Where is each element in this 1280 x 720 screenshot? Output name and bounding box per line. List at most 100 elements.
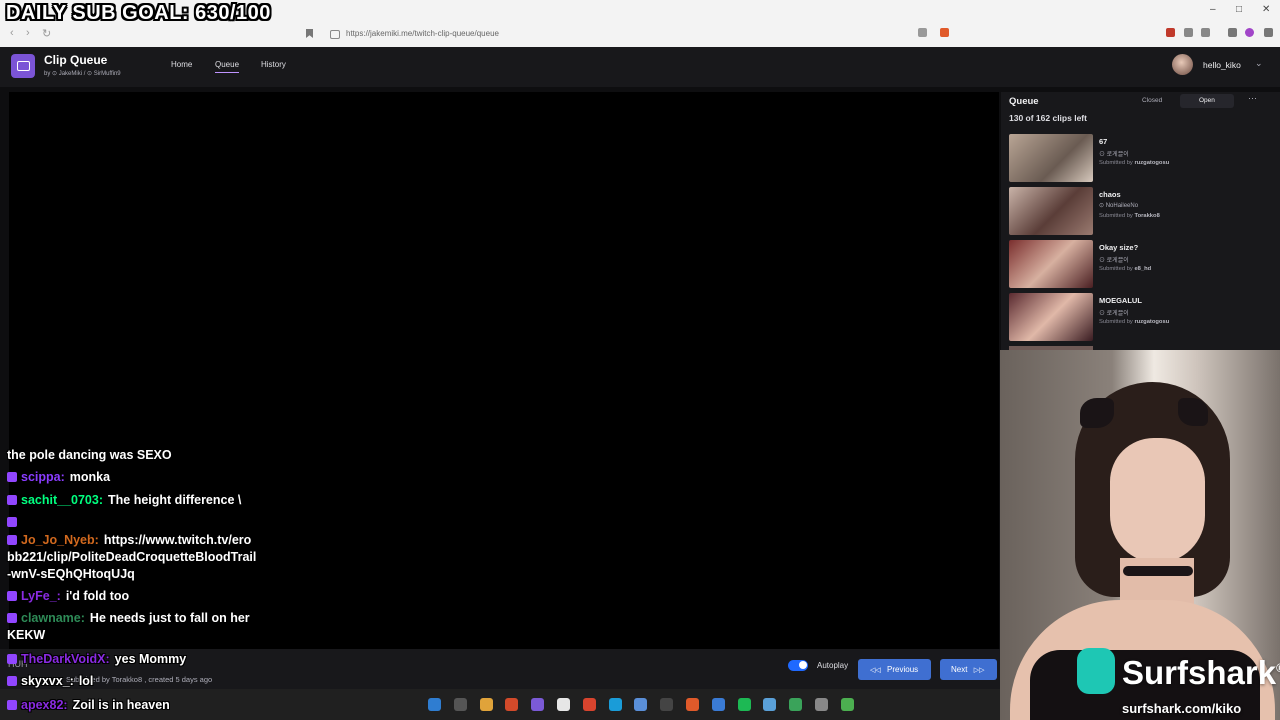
brave-icon[interactable] xyxy=(686,698,699,711)
chat-text: The height difference \ xyxy=(108,493,242,507)
app-icon[interactable] xyxy=(505,698,519,711)
chat-username: apex82: xyxy=(21,698,68,712)
sponsor-url: surfshark.com/kiko xyxy=(1122,701,1242,716)
clip-thumbnail[interactable] xyxy=(1009,187,1093,235)
clip-thumbnail[interactable] xyxy=(1009,240,1093,288)
hair-bow xyxy=(1178,398,1208,426)
choker xyxy=(1123,566,1193,576)
surfshark-logo-icon xyxy=(1077,648,1115,694)
queue-title: Queue xyxy=(1009,96,1039,107)
clip-submitter: Submitted by e8_hd xyxy=(1099,266,1152,272)
site-settings-icon[interactable] xyxy=(330,30,340,39)
clip-channel: ⊙ NoHaileeNo xyxy=(1099,203,1139,209)
spotify-icon[interactable] xyxy=(737,698,751,711)
app-byline[interactable]: by ⊙ JakeMiki / ⊙ SirMuffin9 xyxy=(44,70,121,77)
chat-username: clawname: xyxy=(21,611,85,625)
extension-icon[interactable] xyxy=(1201,28,1210,37)
clip-channel: ⊙ 로게끌이 xyxy=(1099,311,1129,317)
extension-icon[interactable] xyxy=(1184,28,1193,37)
sub-badge-icon xyxy=(7,676,17,686)
chat-message: skyxvx_: lol xyxy=(7,673,257,690)
clip-thumbnail[interactable] xyxy=(1009,293,1093,341)
previous-button[interactable]: ◁◁ Previous xyxy=(858,659,931,680)
sub-badge-icon xyxy=(7,495,17,505)
app-icon[interactable] xyxy=(789,698,803,711)
capcut-icon[interactable] xyxy=(660,698,674,711)
reload-icon[interactable]: ↻ xyxy=(42,27,51,40)
more-icon[interactable]: ⋯ xyxy=(1248,93,1257,104)
queue-closed-button[interactable]: Closed xyxy=(1142,97,1162,104)
rewind-icon: ◁◁ xyxy=(870,667,881,674)
app-icon[interactable] xyxy=(763,698,777,711)
terminal-icon[interactable] xyxy=(815,698,828,711)
chat-username: Jo_Jo_Nyeb: xyxy=(21,533,99,547)
clip-title[interactable]: 67 xyxy=(1099,137,1107,146)
chat-message xyxy=(7,514,257,531)
discord-icon[interactable] xyxy=(531,698,545,711)
clip-thumbnail[interactable] xyxy=(1009,134,1093,182)
profile-icon[interactable] xyxy=(1245,28,1254,37)
next-button[interactable]: Next ▷▷ xyxy=(940,659,997,680)
chat-text: Zoil is in heaven xyxy=(72,698,170,712)
brave-shield-icon[interactable] xyxy=(940,28,949,37)
clip-title[interactable]: chaos xyxy=(1099,190,1121,199)
app-title: Clip Queue xyxy=(44,53,108,67)
chat-message: the pole dancing was SEXO xyxy=(7,447,257,464)
clip-submitter: Submitted by ruzgatogosu xyxy=(1099,319,1170,325)
clip-channel: ⊙ 로게끌이 xyxy=(1099,258,1129,264)
hair-bow xyxy=(1080,398,1114,428)
chat-message: scippa: monka xyxy=(7,469,257,486)
sub-badge-icon xyxy=(7,517,17,527)
file-explorer-icon[interactable] xyxy=(479,698,493,711)
chevron-down-icon[interactable]: ⌄ xyxy=(1255,58,1263,69)
forward-icon[interactable]: › xyxy=(26,27,30,39)
clip-title[interactable]: Okay size? xyxy=(1099,243,1138,252)
webcam-face xyxy=(1110,438,1205,563)
chat-text: monka xyxy=(69,470,111,484)
chat-username: sachit__0703: xyxy=(21,493,104,507)
nav-home[interactable]: Home xyxy=(171,60,192,69)
sub-badge-icon xyxy=(7,472,17,482)
menu-icon[interactable] xyxy=(1264,28,1273,37)
chat-username: skyxvx_: xyxy=(21,674,74,688)
sub-badge-icon xyxy=(7,591,17,601)
nav-queue[interactable]: Queue xyxy=(215,60,240,73)
start-icon[interactable] xyxy=(428,698,441,711)
chat-username: TheDarkVoidX: xyxy=(21,652,110,666)
next-label: Next xyxy=(951,665,968,674)
app-icon[interactable] xyxy=(840,698,854,711)
chat-username: LyFe_: xyxy=(21,589,61,603)
username[interactable]: hello_kiko xyxy=(1203,60,1241,70)
search-icon[interactable] xyxy=(453,698,467,711)
sub-badge-icon xyxy=(7,613,17,623)
queue-open-label: Open xyxy=(1199,97,1215,104)
app-icon[interactable] xyxy=(711,698,725,711)
autoplay-label: Autoplay xyxy=(817,661,849,670)
chrome-icon[interactable] xyxy=(557,698,570,711)
close-icon[interactable]: ✕ xyxy=(1262,4,1270,15)
clip-title[interactable]: MOEGALUL xyxy=(1099,296,1142,305)
edge-icon[interactable] xyxy=(608,698,622,711)
chat-message: LyFe_: i'd fold too xyxy=(7,588,257,605)
back-icon[interactable]: ‹ xyxy=(10,27,14,39)
chat-text: yes Mommy xyxy=(114,652,187,666)
clips-left-count: 130 of 162 clips left xyxy=(1009,113,1087,123)
nav-history[interactable]: History xyxy=(261,60,286,69)
minimize-icon[interactable]: – xyxy=(1210,4,1216,15)
chat-message: sachit__0703: The height difference \ xyxy=(7,492,257,509)
app-icon[interactable] xyxy=(634,698,648,711)
sponsor-name: Surfshark® xyxy=(1122,654,1280,691)
maximize-icon[interactable]: □ xyxy=(1236,4,1242,15)
chat-text: i'd fold too xyxy=(65,589,130,603)
share-icon[interactable] xyxy=(918,28,927,37)
avatar[interactable] xyxy=(1172,54,1193,75)
sub-badge-icon xyxy=(7,654,17,664)
address-bar[interactable]: https://jakemiki.me/twitch-clip-queue/qu… xyxy=(346,29,499,38)
tv-icon xyxy=(17,61,30,71)
sub-goal-overlay: DAILY SUB GOAL: 630/100 xyxy=(6,2,271,24)
app-icon[interactable] xyxy=(582,698,596,711)
sub-badge-icon xyxy=(7,535,17,545)
clip-submitter: Submitted by ruzgatogosu xyxy=(1099,160,1170,166)
extension-icon[interactable] xyxy=(1166,28,1175,37)
sidebar-icon[interactable] xyxy=(1228,28,1237,37)
